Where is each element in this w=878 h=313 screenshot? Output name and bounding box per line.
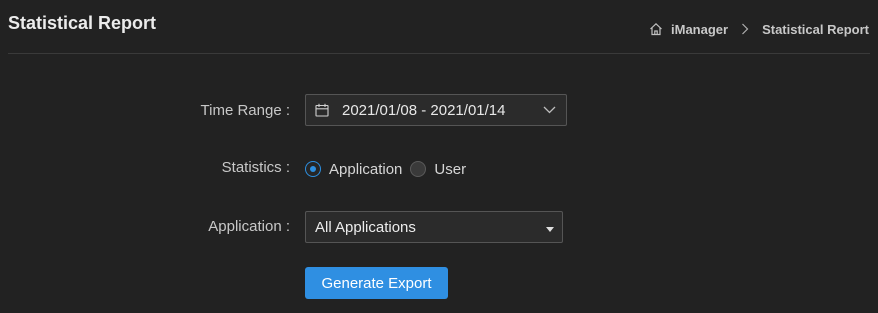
breadcrumb: iManager Statistical Report <box>649 20 869 38</box>
breadcrumb-item-imanager[interactable]: iManager <box>671 22 728 37</box>
statistical-report-page: Statistical Report iManager Statistical … <box>0 0 878 313</box>
application-radio-label: Application <box>329 160 403 178</box>
caret-down-icon[interactable] <box>546 226 554 232</box>
statistics-radio-group: Application User <box>305 159 466 179</box>
user-radio-label: User <box>434 160 467 178</box>
page-title: Statistical Report <box>8 13 157 33</box>
calendar-icon <box>315 103 329 117</box>
chevron-right-icon <box>742 23 749 35</box>
header-divider <box>8 53 870 54</box>
breadcrumb-item-current: Statistical Report <box>762 21 869 37</box>
application-label: Application : <box>208 218 290 235</box>
time-range-value: 2021/01/08 - 2021/01/14 <box>342 101 506 119</box>
statistics-option-user[interactable]: User <box>410 161 466 178</box>
statistics-label: Statistics : <box>221 159 290 176</box>
time-range-label: Time Range : <box>200 102 290 119</box>
time-range-picker[interactable]: 2021/01/08 - 2021/01/14 <box>305 94 567 126</box>
application-select[interactable]: All Applications <box>305 211 563 243</box>
generate-export-button[interactable]: Generate Export <box>305 267 448 299</box>
application-select-value: All Applications <box>315 218 416 236</box>
statistics-option-application[interactable]: Application <box>305 161 402 178</box>
chevron-down-icon[interactable] <box>543 106 556 114</box>
application-radio[interactable] <box>305 161 321 177</box>
home-icon[interactable] <box>649 22 663 36</box>
user-radio[interactable] <box>410 161 427 177</box>
